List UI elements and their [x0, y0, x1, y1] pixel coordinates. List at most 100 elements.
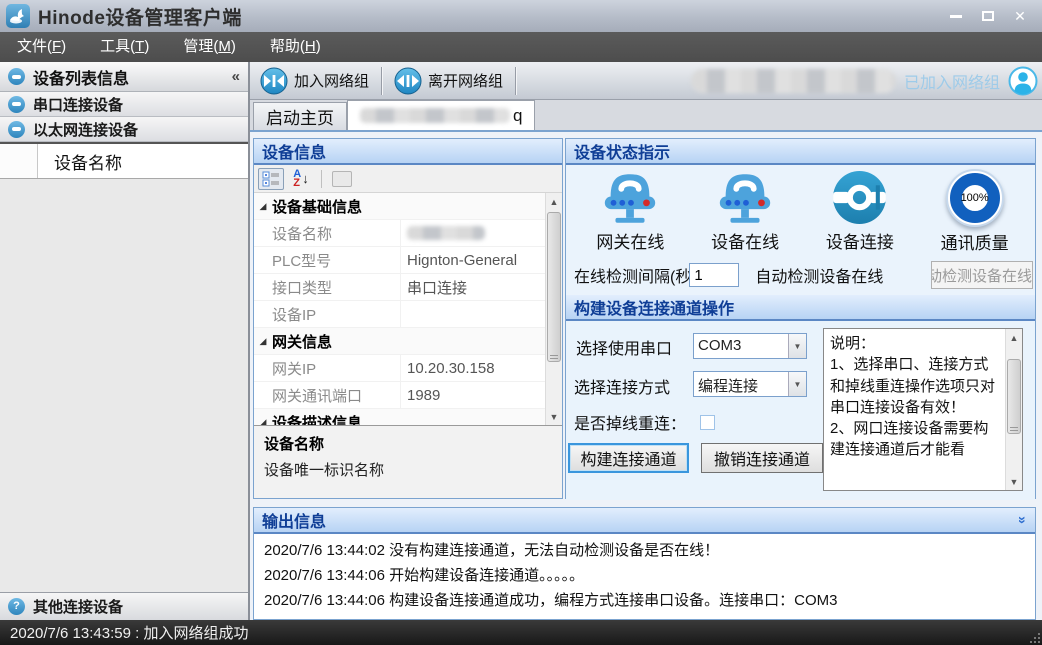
indicator-gateway-online: 网关在线: [580, 169, 681, 253]
collapse-sidebar-icon[interactable]: «: [232, 68, 240, 85]
expander-icon[interactable]: ◢: [254, 201, 272, 212]
expander-icon[interactable]: ◢: [254, 417, 272, 426]
log-line: 2020/7/6 13:44:06 开始构建设备连接通道。。。。。: [264, 563, 1025, 588]
toolbar-separator: [515, 67, 516, 95]
device-list-icon: [8, 68, 25, 85]
scroll-down-icon[interactable]: ▼: [1006, 473, 1022, 490]
property-grid-scrollbar[interactable]: ▲ ▼: [545, 193, 562, 425]
log-line: 2020/7/6 13:44:06 构建设备连接通道成功，编程方式连接串口设备。…: [264, 588, 1025, 613]
tab-home[interactable]: 启动主页: [253, 102, 347, 130]
tab-bar: 启动主页 q: [250, 100, 1042, 130]
tab-device[interactable]: q: [347, 100, 535, 130]
category-row-description[interactable]: ◢ 设备描述信息: [254, 409, 545, 425]
other-device-icon: ?: [8, 598, 25, 615]
instruction-note-text: 说明： 1、选择串口、连接方式和掉线重连操作选项只对串口连接设备有效！ 2、网口…: [824, 329, 1005, 490]
reconnect-checkbox[interactable]: [700, 415, 715, 430]
property-row-interface-type[interactable]: 接口类型 串口连接: [254, 274, 545, 301]
device-info-header: 设备信息: [254, 139, 562, 165]
dropdown-arrow-icon[interactable]: ▼: [788, 372, 806, 396]
output-panel: 输出信息 » 2020/7/6 13:44:02 没有构建连接通道，无法自动检测…: [253, 507, 1036, 620]
gateway-online-icon: [599, 169, 661, 226]
property-row-plc-model[interactable]: PLC型号 Hignton-General: [254, 247, 545, 274]
connect-mode-select[interactable]: 编程连接 ▼: [693, 371, 807, 397]
menu-help[interactable]: 帮助(H): [253, 32, 338, 62]
channel-form: 选择使用串口 COM3 ▼ 选择连接方式 编程连接 ▼ 是否掉线重连：: [566, 321, 1035, 500]
menu-tools[interactable]: 工具(T): [83, 32, 166, 62]
device-info-panel: 设备信息 AZ↓ ◢ 设备基础信息: [253, 138, 563, 499]
interval-label: 在线检测间隔(秒: [574, 263, 691, 287]
sidebar-item-serial-devices[interactable]: 串口连接设备: [0, 92, 248, 117]
user-avatar-icon[interactable]: [1008, 66, 1038, 96]
sidebar-header[interactable]: 设备列表信息 «: [0, 62, 248, 92]
status-bar-text: 2020/7/6 13:43:59 : 加入网络组成功: [10, 622, 248, 643]
note-scrollbar[interactable]: ▲ ▼: [1005, 329, 1022, 490]
menu-file[interactable]: 文件(F): [0, 32, 83, 62]
leave-network-button[interactable]: 离开网络组: [384, 65, 513, 97]
device-list-sidebar: 设备列表信息 « 串口连接设备 以太网连接设备 设备名称 ? 其他连接设备: [0, 62, 250, 620]
menu-manage[interactable]: 管理(M): [166, 32, 253, 62]
device-name-column-header[interactable]: 设备名称: [38, 144, 248, 178]
property-row-device-name[interactable]: 设备名称: [254, 220, 545, 247]
toolbar-separator: [381, 67, 382, 95]
category-row-basic[interactable]: ◢ 设备基础信息: [254, 193, 545, 220]
scroll-down-icon[interactable]: ▼: [546, 408, 562, 425]
resize-grip[interactable]: [1027, 630, 1040, 643]
instruction-note-box: 说明： 1、选择串口、连接方式和掉线重连操作选项只对串口连接设备有效！ 2、网口…: [823, 328, 1023, 491]
indicator-device-online: 设备在线: [695, 169, 796, 253]
destroy-channel-button[interactable]: 撤销连接通道: [701, 443, 823, 473]
property-grid: ◢ 设备基础信息 设备名称 PLC型号 Hignton-General 接口类型…: [254, 193, 562, 425]
serial-port-label: 选择使用串口: [576, 335, 672, 359]
join-network-icon: [260, 67, 288, 95]
channel-panel-header: 构建设备连接通道操作: [566, 295, 1035, 321]
property-description-box: 设备名称 设备唯一标识名称: [254, 425, 562, 498]
main-toolbar: 加入网络组 离开网络组 已加入网络组: [250, 62, 1042, 100]
property-pages-button[interactable]: [329, 168, 355, 190]
comm-quality-value: 100%: [961, 192, 989, 204]
property-row-gateway-port[interactable]: 网关通讯端口 1989: [254, 382, 545, 409]
output-panel-header: 输出信息 »: [254, 508, 1035, 534]
sidebar-item-other-devices[interactable]: ? 其他连接设备: [0, 592, 248, 620]
build-channel-button[interactable]: 构建连接通道: [568, 443, 689, 473]
indicator-device-connected: 设备连接: [810, 169, 911, 253]
scrollbar-thumb[interactable]: [1007, 359, 1021, 434]
tab-device-suffix: q: [513, 106, 522, 126]
alphabetical-sort-button[interactable]: AZ↓: [288, 168, 314, 190]
property-row-device-ip[interactable]: 设备IP: [254, 301, 545, 328]
maximize-button[interactable]: [972, 3, 1004, 29]
scroll-up-icon[interactable]: ▲: [1006, 329, 1022, 346]
sidebar-item-ethernet-devices[interactable]: 以太网连接设备: [0, 117, 248, 142]
interval-input[interactable]: [689, 263, 739, 287]
ethernet-device-icon: [8, 121, 25, 138]
close-button[interactable]: ✕: [1004, 3, 1036, 29]
dropdown-arrow-icon[interactable]: ▼: [788, 334, 806, 358]
serial-port-select[interactable]: COM3 ▼: [693, 333, 807, 359]
title-bar: Hinode设备管理客户端 ✕: [0, 0, 1042, 32]
app-logo-icon: [6, 4, 30, 28]
log-line: 2020/7/6 13:44:02 没有构建连接通道，无法自动检测设备是否在线！: [264, 538, 1025, 563]
main-content: 设备信息 AZ↓ ◢ 设备基础信息: [250, 130, 1042, 620]
property-row-gateway-ip[interactable]: 网关IP 10.20.30.158: [254, 355, 545, 382]
device-status-header: 设备状态指示: [566, 139, 1035, 165]
redacted-tab-label: [360, 108, 510, 123]
comm-quality-icon: 100%: [946, 169, 1004, 227]
status-bar: 2020/7/6 13:43:59 : 加入网络组成功: [0, 620, 1042, 645]
scrollbar-thumb[interactable]: [547, 212, 561, 362]
device-list-corner-cell: [0, 144, 38, 178]
category-row-gateway[interactable]: ◢ 网关信息: [254, 328, 545, 355]
output-log-area[interactable]: 2020/7/6 13:44:02 没有构建连接通道，无法自动检测设备是否在线！…: [254, 534, 1035, 619]
network-status-label: 已加入网络组: [904, 69, 1000, 93]
join-network-button[interactable]: 加入网络组: [250, 65, 379, 97]
leave-network-icon: [394, 67, 422, 95]
autodetect-button[interactable]: 自动检测设备在线: [931, 261, 1033, 289]
scroll-up-icon[interactable]: ▲: [546, 193, 562, 210]
autodetect-label: 自动检测设备在线: [755, 263, 883, 287]
categorized-view-button[interactable]: [258, 168, 284, 190]
collapse-output-icon[interactable]: »: [1015, 516, 1031, 524]
serial-device-icon: [8, 96, 25, 113]
device-connect-icon: [831, 169, 888, 226]
indicator-comm-quality: 100% 通讯质量: [924, 169, 1025, 254]
expander-icon[interactable]: ◢: [254, 336, 272, 347]
redacted-user-info: [691, 69, 896, 93]
minimize-button[interactable]: [940, 3, 972, 29]
device-list-header-row: 设备名称: [0, 144, 248, 179]
